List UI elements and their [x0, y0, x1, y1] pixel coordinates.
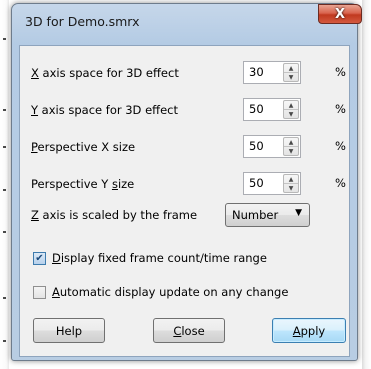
spinner-up-icon[interactable]: ▲	[284, 138, 298, 147]
background-marker	[3, 38, 6, 40]
help-button[interactable]: Help	[33, 318, 105, 343]
x-axis-space-label: X axis space for 3D effect	[31, 66, 179, 80]
background-marker	[3, 340, 6, 342]
spinner-down-icon[interactable]: ▼	[284, 147, 298, 155]
auto-display-update-checkbox[interactable]	[33, 286, 46, 299]
y-axis-space-spinner[interactable]: 50 ▲ ▼	[243, 98, 301, 121]
z-axis-scale-selected: Number	[232, 208, 279, 222]
background-marker	[3, 146, 6, 148]
chevron-down-icon: ▼	[295, 208, 302, 218]
window-title: 3D for Demo.smrx	[25, 14, 140, 29]
z-axis-scale-dropdown[interactable]: Number ▼	[225, 203, 310, 227]
background-marker	[3, 297, 6, 299]
window-close-button[interactable]: X	[318, 4, 362, 24]
perspective-x-value[interactable]: 50	[249, 139, 264, 153]
percent-unit: %	[335, 176, 346, 190]
dialog-client-area	[19, 45, 350, 357]
x-axis-space-spinner[interactable]: 30 ▲ ▼	[243, 61, 301, 84]
spinner-buttons: ▲ ▼	[283, 63, 299, 82]
y-axis-space-label: Y axis space for 3D effect	[31, 103, 178, 117]
percent-unit: %	[335, 139, 346, 153]
perspective-x-spinner[interactable]: 50 ▲ ▼	[243, 135, 301, 158]
background-marker	[3, 109, 6, 111]
perspective-y-value[interactable]: 50	[249, 176, 264, 190]
percent-unit: %	[335, 65, 346, 79]
background-window-edge	[0, 0, 9, 369]
y-axis-space-value[interactable]: 50	[249, 102, 264, 116]
close-button[interactable]: Close	[153, 318, 225, 343]
spinner-buttons: ▲ ▼	[283, 100, 299, 119]
display-fixed-frame-label[interactable]: Display fixed frame count/time range	[52, 251, 267, 265]
checkmark-icon: ✔	[35, 253, 44, 264]
spinner-up-icon[interactable]: ▲	[284, 101, 298, 110]
background-marker	[3, 189, 6, 191]
spinner-down-icon[interactable]: ▼	[284, 184, 298, 192]
spinner-buttons: ▲ ▼	[283, 174, 299, 193]
x-axis-space-value[interactable]: 30	[249, 65, 264, 79]
percent-unit: %	[335, 102, 346, 116]
z-axis-scale-label: Z axis is scaled by the frame	[31, 208, 198, 222]
background-right-edge	[362, 0, 371, 369]
spinner-up-icon[interactable]: ▲	[284, 64, 298, 73]
auto-display-update-label[interactable]: Automatic display update on any change	[52, 285, 288, 299]
spinner-up-icon[interactable]: ▲	[284, 175, 298, 184]
close-icon: X	[334, 6, 346, 22]
spinner-down-icon[interactable]: ▼	[284, 110, 298, 118]
display-fixed-frame-checkbox[interactable]: ✔	[33, 252, 46, 265]
background-marker	[3, 231, 6, 233]
apply-button[interactable]: Apply	[272, 318, 346, 343]
perspective-y-label: Perspective Y size	[31, 177, 135, 191]
perspective-y-spinner[interactable]: 50 ▲ ▼	[243, 172, 301, 195]
spinner-down-icon[interactable]: ▼	[284, 73, 298, 81]
spinner-buttons: ▲ ▼	[283, 137, 299, 156]
perspective-x-label: Perspective X size	[31, 140, 136, 154]
